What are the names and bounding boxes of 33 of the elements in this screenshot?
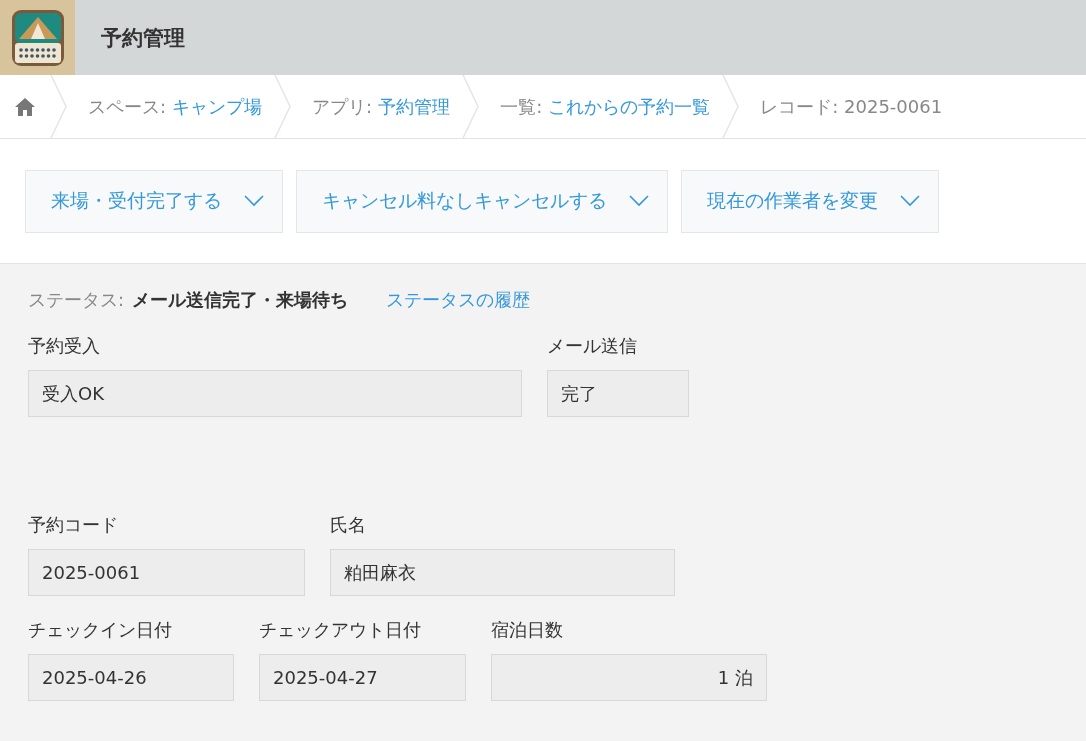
action-dropdown-button[interactable]: 現在の作業者を変更 [681,169,939,233]
tent-app-icon [10,8,65,67]
home-icon[interactable] [14,96,36,117]
breadcrumb-link[interactable]: これからの予約一覧 [548,94,711,119]
chevron-down-icon [244,195,264,207]
field-value: 完了 [547,370,689,417]
chevron-down-icon [629,195,649,207]
field-value: 2025-04-26 [28,654,234,701]
app-title: 予約管理 [101,24,185,52]
field-label: メール送信 [547,334,638,358]
status-label: ステータス: [28,288,125,312]
field-label: チェックアウト日付 [259,618,422,642]
field-value: 1 泊 [491,654,767,701]
action-dropdown-button[interactable]: 来場・受付完了する [25,169,283,233]
field-label: 宿泊日数 [491,618,564,642]
status-history-link[interactable]: ステータスの履歴 [386,288,531,312]
breadcrumb-label: レコード: 2025-0061 [760,94,943,119]
field-label: チェックイン日付 [28,618,173,642]
field-label: 予約コード [28,513,119,537]
field-label: 予約受入 [28,334,101,358]
field-value: 2025-0061 [28,549,305,596]
chevron-down-icon [900,195,920,207]
action-dropdown-button[interactable]: キャンセル料なしキャンセルする [296,169,668,233]
breadcrumb-label: 一覧: [500,94,543,119]
breadcrumb-link[interactable]: 予約管理 [378,94,451,119]
field-value: 受入OK [28,370,522,417]
field-value: 粕田麻衣 [330,549,675,596]
field-label: 氏名 [330,513,367,537]
field-value: 2025-04-27 [259,654,466,701]
breadcrumb-label: アプリ: [312,94,373,119]
status-value: メール送信完了・来場待ち [132,288,349,312]
breadcrumb-label: スペース: [88,94,167,119]
breadcrumb-link[interactable]: キャンプ場 [172,94,263,119]
